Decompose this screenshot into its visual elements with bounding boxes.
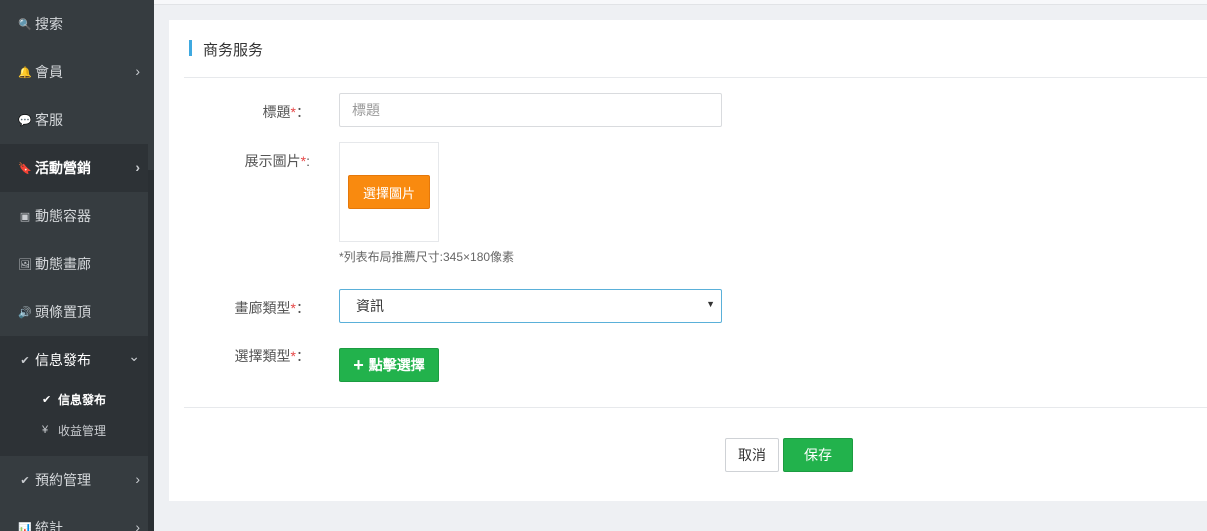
top-strip xyxy=(154,0,1207,5)
image-label: 展示圖片*: xyxy=(244,153,310,169)
sidebar-subitem-label: 信息發布 xyxy=(58,392,107,407)
sidebar-item-dynamic-gallery[interactable]: 🖼 動態畫廊 xyxy=(0,240,148,288)
sidebar-item-dynamic-container[interactable]: ▣ 動態容器 xyxy=(0,192,148,240)
image-label-text: 展示圖片 xyxy=(244,153,301,169)
sidebar-item-marketing[interactable]: 🔖 活動營銷 › xyxy=(0,144,148,192)
comment-icon: 💬 xyxy=(18,114,32,127)
sidebar-subitem-label: 收益管理 xyxy=(58,423,107,438)
chevron-right-icon: › xyxy=(135,519,140,531)
sidebar-item-headline-pin[interactable]: 🔊 頭條置頂 xyxy=(0,288,148,336)
gallery-type-label: 畫廊類型*： xyxy=(170,298,310,318)
title-label: 標題*： xyxy=(170,102,310,122)
label-colon: ： xyxy=(296,348,310,364)
sidebar-subitem-info-publish[interactable]: ✔ 信息發布 xyxy=(42,389,106,409)
bookmark-icon: 🔖 xyxy=(18,162,32,175)
title-input-placeholder: 標題 xyxy=(352,102,380,118)
chevron-right-icon: › xyxy=(135,471,140,487)
sidebar-item-label: 頭條置頂 xyxy=(35,304,91,320)
chevron-right-icon: › xyxy=(135,63,140,79)
sidebar-item-label: 預約管理 xyxy=(35,472,91,488)
sidebar-item-label: 動態畫廊 xyxy=(35,256,91,272)
sidebar-submenu: ✔ 信息發布 ¥ 收益管理 xyxy=(0,384,148,456)
picture-icon: 🖼 xyxy=(18,258,32,271)
select-type-label: 選擇類型*： xyxy=(170,346,310,366)
inbox-icon: ▣ xyxy=(19,210,31,223)
choose-image-button[interactable]: 選擇圖片 xyxy=(348,175,430,209)
save-button[interactable]: 保存 xyxy=(783,438,853,472)
card-header: 商务服务 xyxy=(184,20,1207,78)
sidebar-item-statistics[interactable]: 📊 統計 › xyxy=(0,504,148,531)
sidebar-item-label: 統計 xyxy=(35,520,63,531)
sidebar-item-members[interactable]: 🔔 會員 › xyxy=(0,48,148,96)
required-mark: * xyxy=(300,153,307,169)
sidebar-item-search[interactable]: 🔍 搜索 xyxy=(0,0,148,48)
check-icon: ✔ xyxy=(20,474,30,487)
image-size-hint: *列表布局推薦尺寸:345×180像素 xyxy=(339,250,515,264)
form-divider xyxy=(184,407,1207,408)
select-type-label-text: 選擇類型 xyxy=(234,348,291,364)
sidebar-item-label: 會員 xyxy=(35,64,63,80)
click-select-label: 點擊選擇 xyxy=(368,357,425,373)
dropdown-arrow-icon: ▼ xyxy=(706,299,715,309)
title-label-text: 標題 xyxy=(262,104,291,120)
card-title: 商务服务 xyxy=(203,42,264,59)
check-icon: ✔ xyxy=(20,354,30,367)
sidebar: 🔍 搜索 🔔 會員 › 💬 客服 🔖 活動營銷 › ▣ 動態容器 🖼 動態畫廊 … xyxy=(0,0,154,531)
label-colon: ： xyxy=(296,104,310,120)
plus-icon: + xyxy=(353,354,364,375)
search-icon: 🔍 xyxy=(18,18,32,31)
sidebar-item-label: 搜索 xyxy=(35,16,63,32)
bar-chart-icon: 📊 xyxy=(18,522,32,531)
sidebar-item-customer-service[interactable]: 💬 客服 xyxy=(0,96,148,144)
title-input[interactable]: 標題 xyxy=(339,93,722,127)
sidebar-item-label: 客服 xyxy=(35,112,63,128)
gallery-type-value: 資訊 xyxy=(356,298,384,314)
megaphone-icon: 🔊 xyxy=(18,306,32,319)
sidebar-item-reservations[interactable]: ✔ 預約管理 › xyxy=(0,456,148,504)
label-colon: ： xyxy=(296,300,310,316)
sidebar-item-label: 動態容器 xyxy=(35,208,91,224)
chevron-right-icon: › xyxy=(135,159,140,175)
check-icon: ✔ xyxy=(42,393,52,406)
bell-icon: 🔔 xyxy=(18,66,32,79)
click-select-button[interactable]: + 點擊選擇 xyxy=(339,348,439,382)
cancel-button[interactable]: 取消 xyxy=(725,438,779,472)
title-accent-bar xyxy=(189,40,192,56)
sidebar-item-label: 活動營銷 xyxy=(35,160,91,176)
sidebar-item-info-publish[interactable]: ✔ 信息發布 ⌄ xyxy=(0,336,148,384)
yen-icon: ¥ xyxy=(42,424,49,436)
sidebar-item-label: 信息發布 xyxy=(35,352,91,368)
chevron-down-icon: ⌄ xyxy=(128,348,140,364)
sidebar-scrollbar[interactable] xyxy=(148,170,154,531)
sidebar-subitem-revenue[interactable]: ¥ 收益管理 xyxy=(42,420,106,440)
gallery-type-label-text: 畫廊類型 xyxy=(234,300,291,316)
gallery-type-select[interactable]: 資訊 ▼ xyxy=(339,289,722,323)
